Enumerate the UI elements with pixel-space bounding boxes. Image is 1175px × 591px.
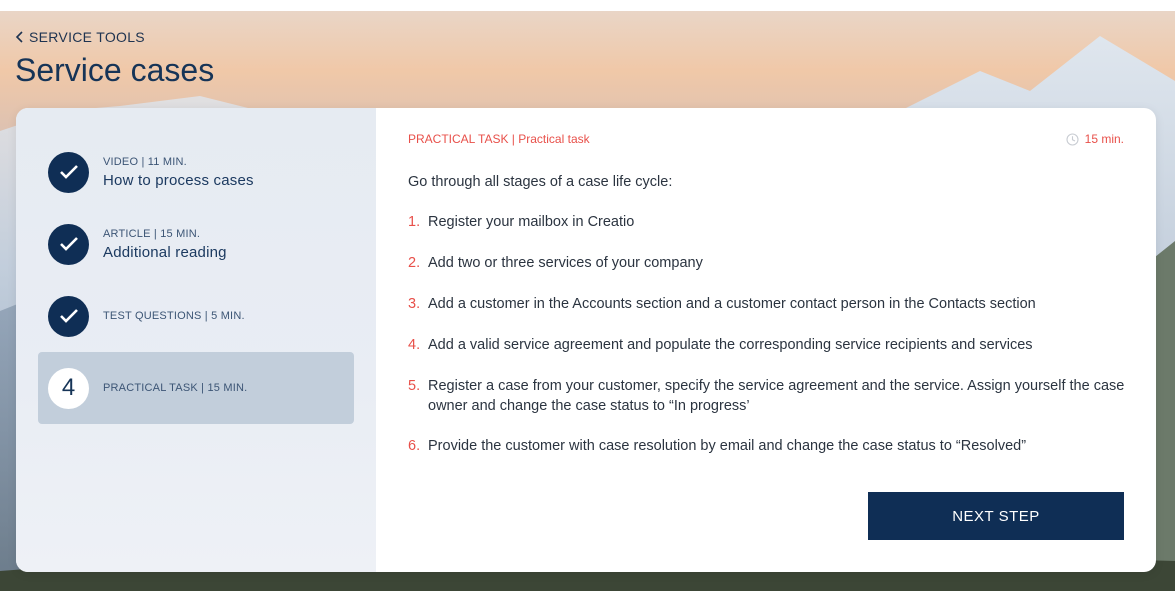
list-item-text: Register a case from your customer, spec… bbox=[428, 378, 1125, 414]
list-item: 3. Add a customer in the Accounts sectio… bbox=[408, 294, 1128, 314]
task-tag: PRACTICAL TASK | Practical task bbox=[408, 132, 590, 146]
list-item-index: 3. bbox=[408, 296, 421, 312]
step-number-badge: 4 bbox=[48, 367, 89, 409]
step-meta: TEST QUESTIONS | 5 MIN. bbox=[103, 310, 245, 322]
list-item-index: 5. bbox=[408, 378, 421, 394]
list-item-index: 4. bbox=[408, 337, 421, 353]
list-item-text: Register your mailbox in Creatio bbox=[428, 214, 635, 230]
list-item-text: Add a customer in the Accounts section a… bbox=[428, 296, 1036, 312]
list-item: 4. Add a valid service agreement and pop… bbox=[408, 335, 1128, 355]
step-article[interactable]: ARTICLE | 15 MIN. Additional reading bbox=[38, 208, 354, 280]
step-test-questions[interactable]: TEST QUESTIONS | 5 MIN. bbox=[38, 280, 354, 352]
list-item-text: Add a valid service agreement and popula… bbox=[428, 337, 1033, 353]
duration-label: 15 min. bbox=[1084, 132, 1124, 146]
list-item: 5. Register a case from your customer, s… bbox=[408, 376, 1128, 416]
list-item-index: 2. bbox=[408, 255, 421, 271]
checkmark-icon bbox=[59, 237, 78, 251]
step-meta: PRACTICAL TASK | 15 MIN. bbox=[103, 382, 248, 394]
step-meta: ARTICLE | 15 MIN. bbox=[103, 227, 201, 240]
chevron-left-icon bbox=[15, 31, 23, 43]
step-title: Additional reading bbox=[103, 243, 227, 261]
step-title: How to process cases bbox=[103, 171, 254, 189]
step-practical-task[interactable]: 4 PRACTICAL TASK | 15 MIN. bbox=[38, 352, 354, 424]
list-item: 6. Provide the customer with case resolu… bbox=[408, 436, 1128, 456]
step-done-badge bbox=[48, 295, 89, 337]
step-number: 4 bbox=[61, 374, 76, 401]
task-content: PRACTICAL TASK | Practical task 15 min. … bbox=[376, 108, 1156, 572]
list-item-text: Provide the customer with case resolutio… bbox=[428, 438, 1027, 454]
back-link-service-tools[interactable]: SERVICE TOOLS bbox=[15, 29, 145, 45]
page-title: Service cases bbox=[15, 52, 215, 88]
list-item: 2. Add two or three services of your com… bbox=[408, 253, 1128, 273]
lesson-card: VIDEO | 11 MIN. How to process cases ART… bbox=[16, 108, 1156, 572]
task-intro: Go through all stages of a case life cyc… bbox=[408, 174, 673, 190]
top-strip bbox=[0, 0, 1175, 11]
steps-sidebar: VIDEO | 11 MIN. How to process cases ART… bbox=[16, 108, 376, 572]
list-item-index: 6. bbox=[408, 438, 421, 454]
list-item-index: 1. bbox=[408, 214, 421, 230]
list-item-text: Add two or three services of your compan… bbox=[428, 255, 703, 271]
next-step-button[interactable]: NEXT STEP bbox=[868, 492, 1124, 540]
checkmark-icon bbox=[59, 165, 78, 179]
step-video[interactable]: VIDEO | 11 MIN. How to process cases bbox=[38, 136, 354, 208]
back-link-label: SERVICE TOOLS bbox=[29, 29, 145, 45]
clock-icon bbox=[1066, 132, 1079, 146]
checkmark-icon bbox=[59, 309, 78, 323]
step-done-badge bbox=[48, 151, 89, 193]
task-steps-list: 1. Register your mailbox in Creatio 2. A… bbox=[408, 212, 1128, 477]
list-item: 1. Register your mailbox in Creatio bbox=[408, 212, 1128, 232]
task-duration: 15 min. bbox=[1066, 132, 1124, 146]
step-meta: VIDEO | 11 MIN. bbox=[103, 155, 187, 168]
step-done-badge bbox=[48, 223, 89, 265]
